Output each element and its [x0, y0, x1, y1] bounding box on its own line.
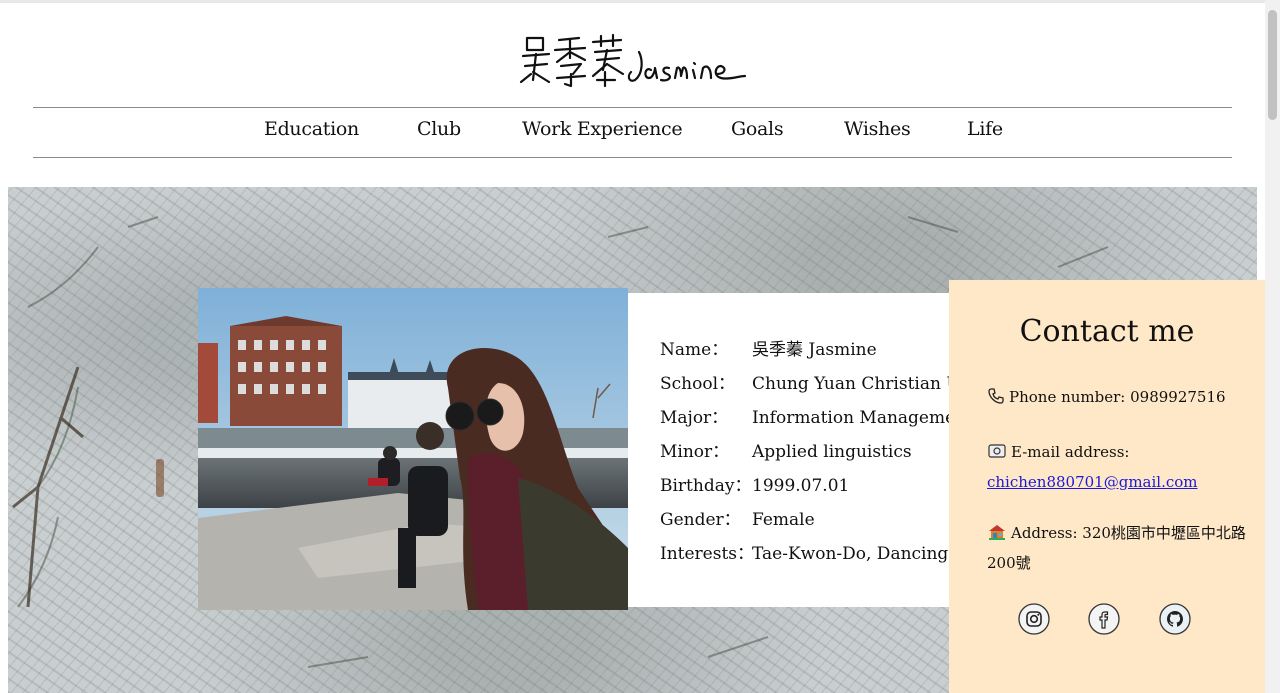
- profile-info-card: Name： 吳季蓁 Jasmine School： Chung Yuan Chris…: [628, 293, 968, 607]
- github-icon[interactable]: [1159, 603, 1191, 635]
- facebook-icon[interactable]: [1088, 603, 1120, 635]
- nav-education[interactable]: Education: [264, 118, 359, 140]
- info-label: Birthday：: [660, 476, 752, 496]
- info-value: Tae-Kwon-Do, Dancing, Travel: [752, 544, 968, 564]
- main-nav: Education Club Work Experience Goals Wis…: [33, 107, 1232, 158]
- info-value: Chung Yuan Christian University: [752, 374, 968, 394]
- info-row-birthday: Birthday：1999.07.01: [660, 471, 849, 496]
- info-label: Gender：: [660, 510, 741, 530]
- contact-email: E-mail address: chichen880701@gmail.com: [987, 439, 1247, 496]
- nav-life[interactable]: Life: [967, 118, 1003, 140]
- info-label: Name：: [660, 340, 729, 360]
- info-label: School：: [660, 374, 736, 394]
- info-row-school: School： Chung Yuan Christian University: [660, 369, 968, 394]
- nav-wishes[interactable]: Wishes: [844, 118, 911, 140]
- top-border: [0, 0, 1280, 3]
- info-row-major: Major： Information Management: [660, 403, 968, 428]
- info-value: 吳季蓁 Jasmine: [752, 340, 877, 360]
- profile-photo: [198, 288, 628, 610]
- instagram-icon[interactable]: [1018, 603, 1050, 635]
- scrollbar-thumb[interactable]: [1268, 10, 1277, 120]
- info-label: Major：: [660, 408, 729, 428]
- contact-phone: Phone number: 0989927516: [987, 384, 1247, 414]
- info-row-interests: Interests：Tae-Kwon-Do, Dancing, Travel: [660, 539, 968, 564]
- info-label: Minor：: [660, 442, 730, 462]
- page-scrollbar[interactable]: [1265, 0, 1280, 693]
- nav-work-experience[interactable]: Work Experience: [522, 118, 683, 140]
- logo[interactable]: [515, 30, 755, 90]
- email-icon: [987, 442, 1007, 469]
- info-value: Applied linguistics: [752, 442, 912, 462]
- info-value: Information Management: [752, 408, 968, 428]
- phone-icon: [987, 387, 1005, 414]
- info-value: 1999.07.01: [752, 476, 850, 496]
- info-row-name: Name： 吳季蓁 Jasmine: [660, 335, 877, 360]
- info-row-minor: Minor： Applied linguistics: [660, 437, 912, 462]
- house-icon: [987, 523, 1007, 550]
- email-label: E-mail address:: [1011, 443, 1130, 461]
- info-label: Interests：: [660, 544, 755, 564]
- phone-text: Phone number: 0989927516: [1009, 388, 1226, 406]
- info-row-gender: Gender： Female: [660, 505, 815, 530]
- nav-club[interactable]: Club: [417, 118, 461, 140]
- contact-panel: Contact me Phone number: 0989927516 E-ma…: [949, 280, 1265, 693]
- contact-address: Address: 320桃園市中壢區中北路200號: [987, 520, 1247, 577]
- email-link[interactable]: chichen880701@gmail.com: [987, 473, 1198, 491]
- nav-goals[interactable]: Goals: [731, 118, 784, 140]
- info-value: Female: [752, 510, 815, 530]
- address-text: Address: 320桃園市中壢區中北路200號: [987, 524, 1246, 572]
- contact-title: Contact me: [1019, 314, 1195, 349]
